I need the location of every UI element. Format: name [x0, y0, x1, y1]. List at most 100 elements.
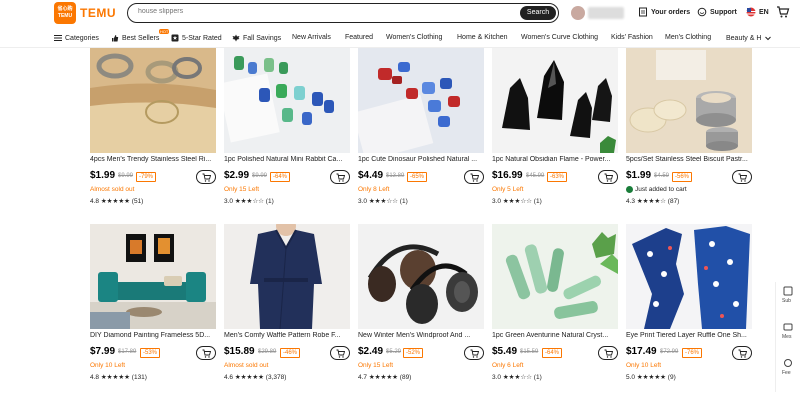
add-to-cart-button[interactable]: [330, 170, 350, 184]
product-title[interactable]: New Winter Men's Windproof And ...: [358, 332, 484, 339]
add-to-cart-button[interactable]: [464, 346, 484, 360]
nav-label: Fall Savings: [243, 34, 282, 42]
stock-status: Only 8 Left: [358, 186, 390, 193]
search-button[interactable]: Search: [520, 6, 556, 20]
discount-badge: -76%: [682, 348, 703, 358]
support-link[interactable]: Support: [697, 7, 737, 17]
nav-featured[interactable]: Featured: [345, 34, 373, 41]
product-title[interactable]: DIY Diamond Painting Frameless 5D...: [90, 332, 216, 339]
add-to-cart-button[interactable]: [196, 346, 216, 360]
price: $2.99: [224, 170, 250, 181]
product-title[interactable]: 5pcs/Set Stainless Steel Biscuit Pastr..…: [626, 156, 752, 163]
nav-womens-curve[interactable]: Women's Curve Clothing: [521, 34, 598, 41]
add-to-cart-button[interactable]: [330, 346, 350, 360]
product-title[interactable]: 1pc Polished Natural Mini Rabbit Ca...: [224, 156, 350, 163]
nav-label: Women's Curve Clothing: [521, 34, 599, 41]
rail-item-sub[interactable]: Sub: [782, 298, 791, 304]
price-row: $2.49 $5.29 -52%: [358, 346, 484, 360]
product-image-earmuffs[interactable]: [358, 224, 484, 329]
price: $5.49: [492, 346, 518, 357]
nav-kids-fashion[interactable]: Kids' Fashion: [611, 34, 653, 41]
price-row: $17.49 $72.99 -76%: [626, 346, 752, 360]
add-to-cart-button[interactable]: [464, 170, 484, 184]
product-title[interactable]: 1pc Green Aventurine Natural Cryst...: [492, 332, 618, 339]
message-icon[interactable]: [783, 322, 793, 332]
add-to-cart-button[interactable]: [732, 170, 752, 184]
product-title[interactable]: Eye Print Tiered Layer Ruffle One Sh...: [626, 332, 752, 339]
language-selector[interactable]: EN: [746, 7, 769, 17]
price-row: $15.89 $29.89 -46%: [224, 346, 350, 360]
orders-link[interactable]: Your orders: [638, 7, 690, 17]
product-image-biscuit-cutters[interactable]: [626, 48, 752, 153]
nav-5-star[interactable]: 5-Star Rated: [171, 34, 222, 42]
add-to-cart-button[interactable]: [196, 170, 216, 184]
add-to-cart-button[interactable]: [732, 346, 752, 360]
rating: 4.7 ★★★★★ (89): [358, 374, 412, 381]
nav-new-arrivals[interactable]: New Arrivals: [292, 34, 331, 41]
price: $2.49: [358, 346, 384, 357]
cart-plus-icon: [604, 173, 613, 182]
cart-plus-icon: [470, 173, 479, 182]
original-price: $72.99: [660, 349, 679, 355]
rail-item-mes[interactable]: Mes: [782, 334, 791, 340]
chevron-down-icon: [765, 36, 772, 41]
category-nav: Categories Best Sellers HOT 5-Star Rated…: [0, 29, 800, 48]
add-to-cart-button[interactable]: [598, 346, 618, 360]
stock-label: Just added to cart: [635, 186, 687, 193]
product-image-rabbits[interactable]: [224, 48, 350, 153]
temu-logo[interactable]: 省心购 TEMU: [54, 2, 76, 24]
stock-status: Only 10 Left: [90, 362, 126, 369]
product-image-robe[interactable]: [224, 224, 350, 329]
nav-fall-savings[interactable]: Fall Savings: [232, 34, 281, 42]
stock-status: Almost sold out: [90, 186, 135, 193]
price: $1.99: [626, 170, 652, 181]
feedback-icon[interactable]: [783, 358, 793, 368]
search-input[interactable]: [138, 8, 518, 15]
nav-label: Women's Clothing: [386, 34, 443, 41]
blurred-username[interactable]: [588, 7, 624, 19]
subscribe-icon[interactable]: [783, 286, 793, 296]
price: $16.99: [492, 170, 523, 181]
product-title[interactable]: 1pc Cute Dinosaur Polished Natural ...: [358, 156, 484, 163]
price-row: $4.49 $13.89 -65%: [358, 170, 484, 184]
nav-categories[interactable]: Categories: [54, 34, 99, 42]
product-title[interactable]: 4pcs Men's Trendy Stainless Steel Ri...: [90, 156, 216, 163]
product-title[interactable]: 1pc Natural Obsidian Flame - Power...: [492, 156, 618, 163]
discount-badge: -52%: [403, 348, 424, 358]
support-icon: [697, 7, 707, 17]
original-price: $4.59: [654, 173, 670, 179]
cart-plus-icon: [202, 349, 211, 358]
nav-label: New Arrivals: [292, 34, 331, 41]
nav-label: Kids' Fashion: [611, 34, 653, 41]
original-price: $5.29: [386, 349, 402, 355]
rating: 3.0 ★★★☆☆ (1): [224, 198, 274, 205]
rail-item-fee[interactable]: Fee: [782, 370, 791, 376]
product-grid: 4pcs Men's Trendy Stainless Steel Ri... …: [0, 48, 800, 417]
cart-plus-icon: [202, 173, 211, 182]
product-title[interactable]: Men's Comfy Waffle Pattern Robe F...: [224, 332, 350, 339]
product-image-rings[interactable]: [90, 48, 216, 153]
logo-line2: TEMU: [57, 13, 73, 19]
original-price: $15.59: [520, 349, 539, 355]
product-image-dinosaurs[interactable]: [358, 48, 484, 153]
product-image-swimsuit[interactable]: [626, 224, 752, 329]
menu-icon: [54, 35, 62, 41]
avatar[interactable]: [571, 6, 585, 20]
product-image-obsidian[interactable]: [492, 48, 618, 153]
brand-name[interactable]: TEMU: [80, 6, 116, 20]
product-image-aventurine[interactable]: [492, 224, 618, 329]
add-to-cart-button[interactable]: [598, 170, 618, 184]
rating: 4.6 ★★★★★ (3,378): [224, 374, 287, 381]
nav-womens-clothing[interactable]: Women's Clothing: [386, 34, 442, 41]
cart-icon[interactable]: [776, 5, 790, 19]
nav-home-kitchen[interactable]: Home & Kitchen: [457, 34, 508, 41]
side-rail: Sub Mes Fee: [775, 282, 800, 392]
logo-line1: 省心购: [57, 6, 73, 12]
product-image-diamond-painting[interactable]: [90, 224, 216, 329]
price: $4.49: [358, 170, 384, 181]
nav-best-sellers[interactable]: Best Sellers HOT: [111, 29, 170, 42]
rating: 5.0 ★★★★★ (9): [626, 374, 676, 381]
nav-mens-clothing[interactable]: Men's Clothing: [665, 34, 711, 41]
nav-beauty[interactable]: Beauty & H: [726, 34, 772, 42]
cart-plus-icon: [738, 349, 747, 358]
